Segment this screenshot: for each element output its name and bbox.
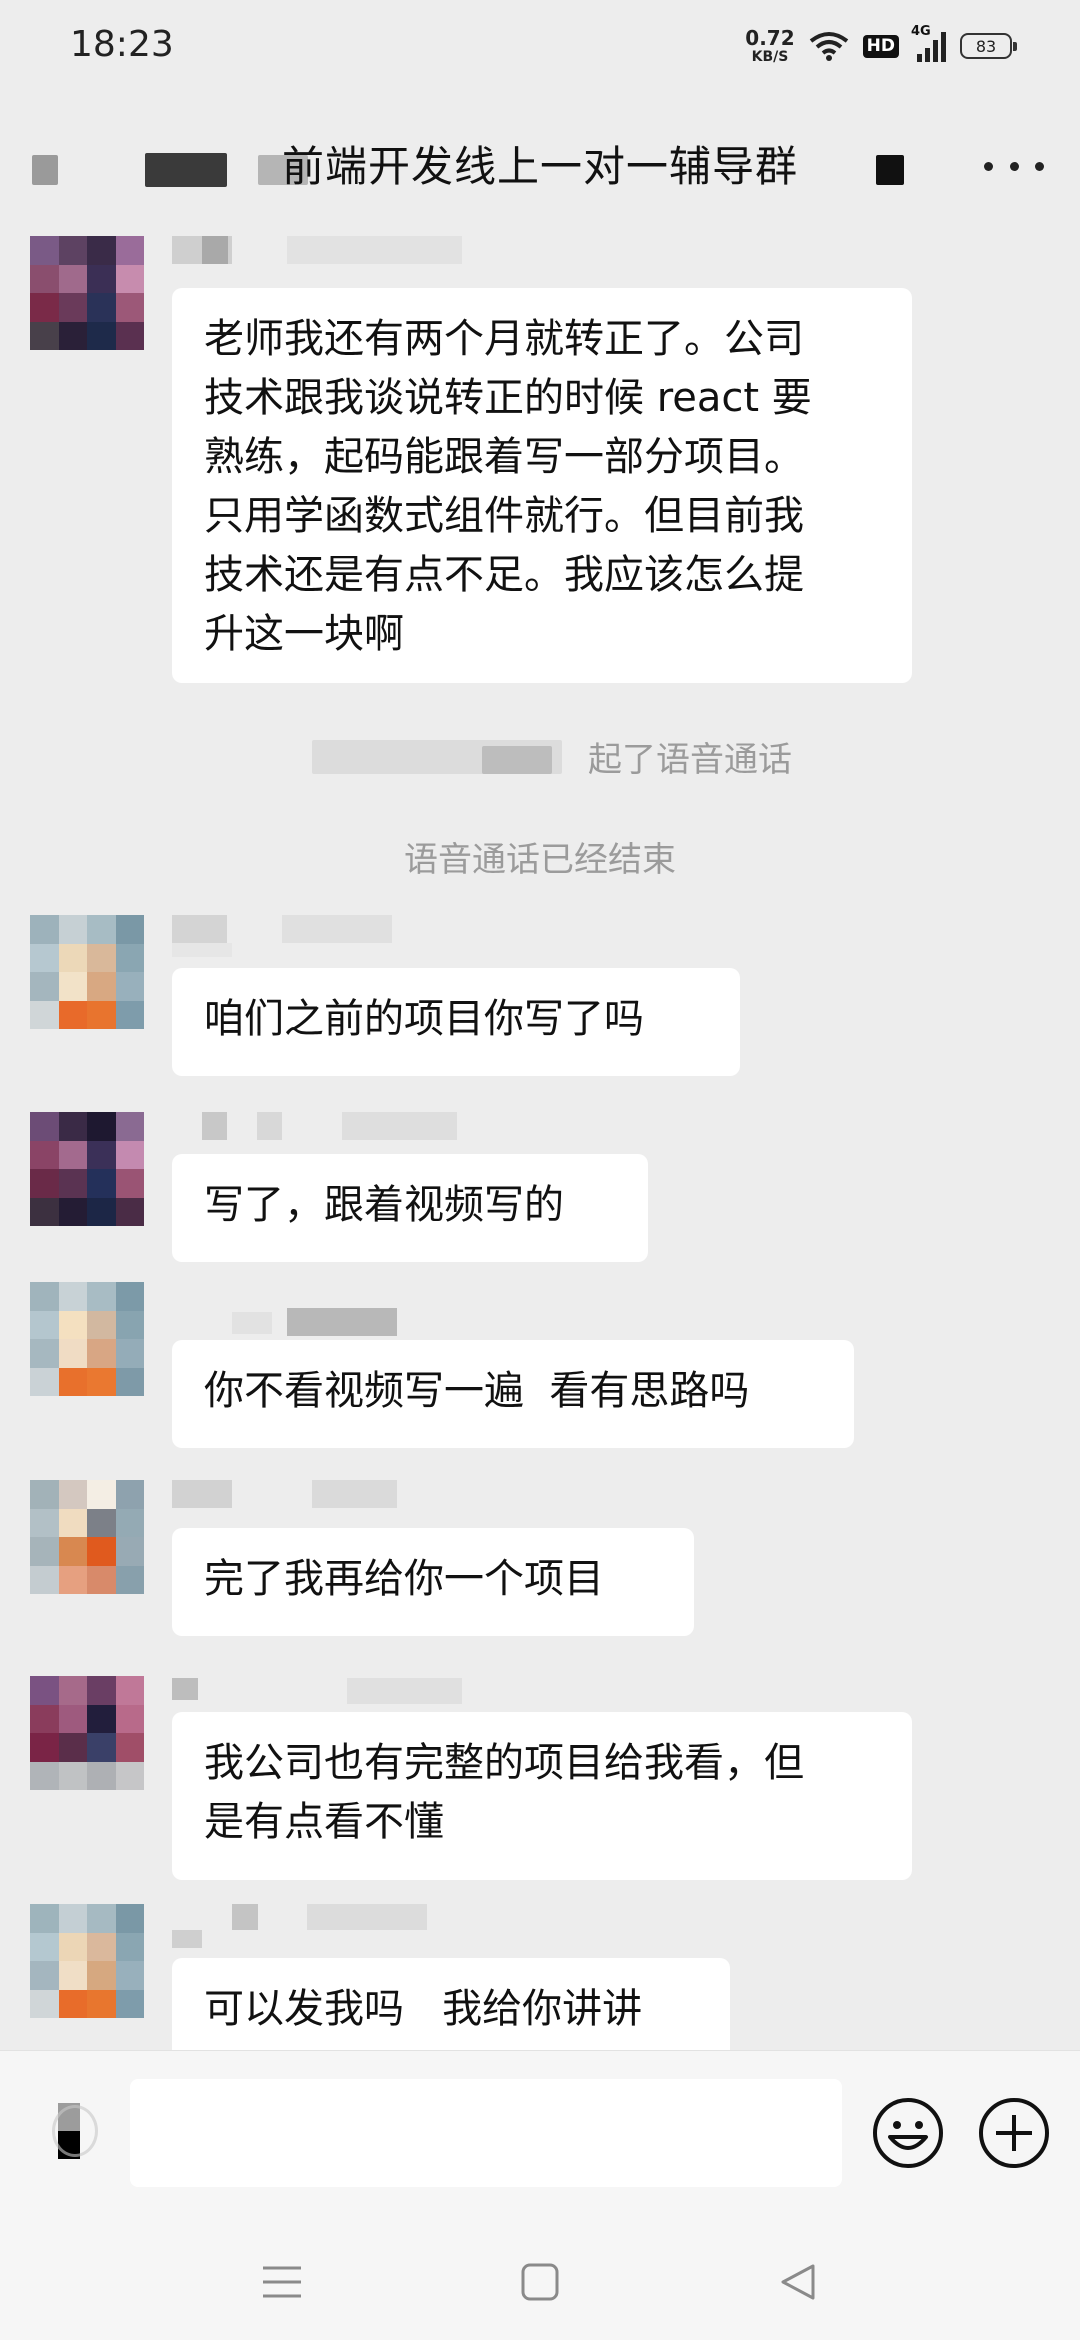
avatar[interactable] [30,236,144,350]
message-bubble[interactable]: 我公司也有完整的项目给我看，但 是有点看不懂 [172,1712,912,1880]
home-square-icon[interactable] [510,2252,570,2312]
hd-badge: HD [862,34,899,58]
battery-icon: 83 [960,33,1017,59]
status-icons: 0.72 KB/S HD 4G 83 [745,24,1017,64]
censored-text [876,155,904,185]
avatar[interactable] [30,1676,144,1790]
avatar[interactable] [30,1282,144,1396]
censored-text [482,746,552,774]
emoji-icon[interactable] [872,2097,944,2169]
avatar[interactable] [30,1904,144,2018]
back-triangle-icon[interactable] [768,2252,828,2312]
sender-name [172,915,402,957]
chat-title: 前端开发线上一对一辅导群 [281,142,798,191]
plus-icon[interactable] [978,2097,1050,2169]
status-time: 18:23 [70,24,174,65]
chat-header: 前端开发线上一对一辅导群 [0,115,1080,215]
more-options-icon[interactable] [984,151,1044,181]
system-nav-bar [0,2220,1080,2340]
message-input[interactable] [130,2079,842,2187]
sender-name [172,1480,402,1520]
avatar[interactable] [30,1480,144,1594]
network-type: 4G [911,24,931,39]
avatar[interactable] [30,1112,144,1226]
sender-name [172,1112,462,1152]
system-message: 语音通话已经结束 [404,840,676,880]
message-bubble[interactable]: 完了我再给你一个项目 [172,1528,694,1636]
message-bubble[interactable]: 老师我还有两个月就转正了。公司 技术跟我谈说转正的时候 react 要 熟练，起… [172,288,912,683]
system-message: 起了语音通话 [588,740,792,780]
message-bubble[interactable]: 咱们之前的项目你写了吗 [172,968,740,1076]
network-speed-value: 0.72 [745,26,795,50]
network-speed: 0.72 KB/S [745,28,794,64]
avatar[interactable] [30,915,144,1029]
battery-level: 83 [975,36,997,56]
status-bar: 18:23 0.72 KB/S HD 4G 83 [0,0,1080,95]
voice-input-button[interactable] [52,2103,100,2161]
message-bubble[interactable]: 你不看视频写一遍 看有思路吗 [172,1340,854,1448]
menu-icon[interactable] [252,2252,312,2312]
sender-name [172,1904,432,1948]
network-speed-unit: KB/S [751,49,789,65]
sender-name [172,236,472,276]
wifi-icon [809,32,848,61]
signal-icon: 4G [911,24,946,62]
message-bubble[interactable]: 写了，跟着视频写的 [172,1154,648,1262]
